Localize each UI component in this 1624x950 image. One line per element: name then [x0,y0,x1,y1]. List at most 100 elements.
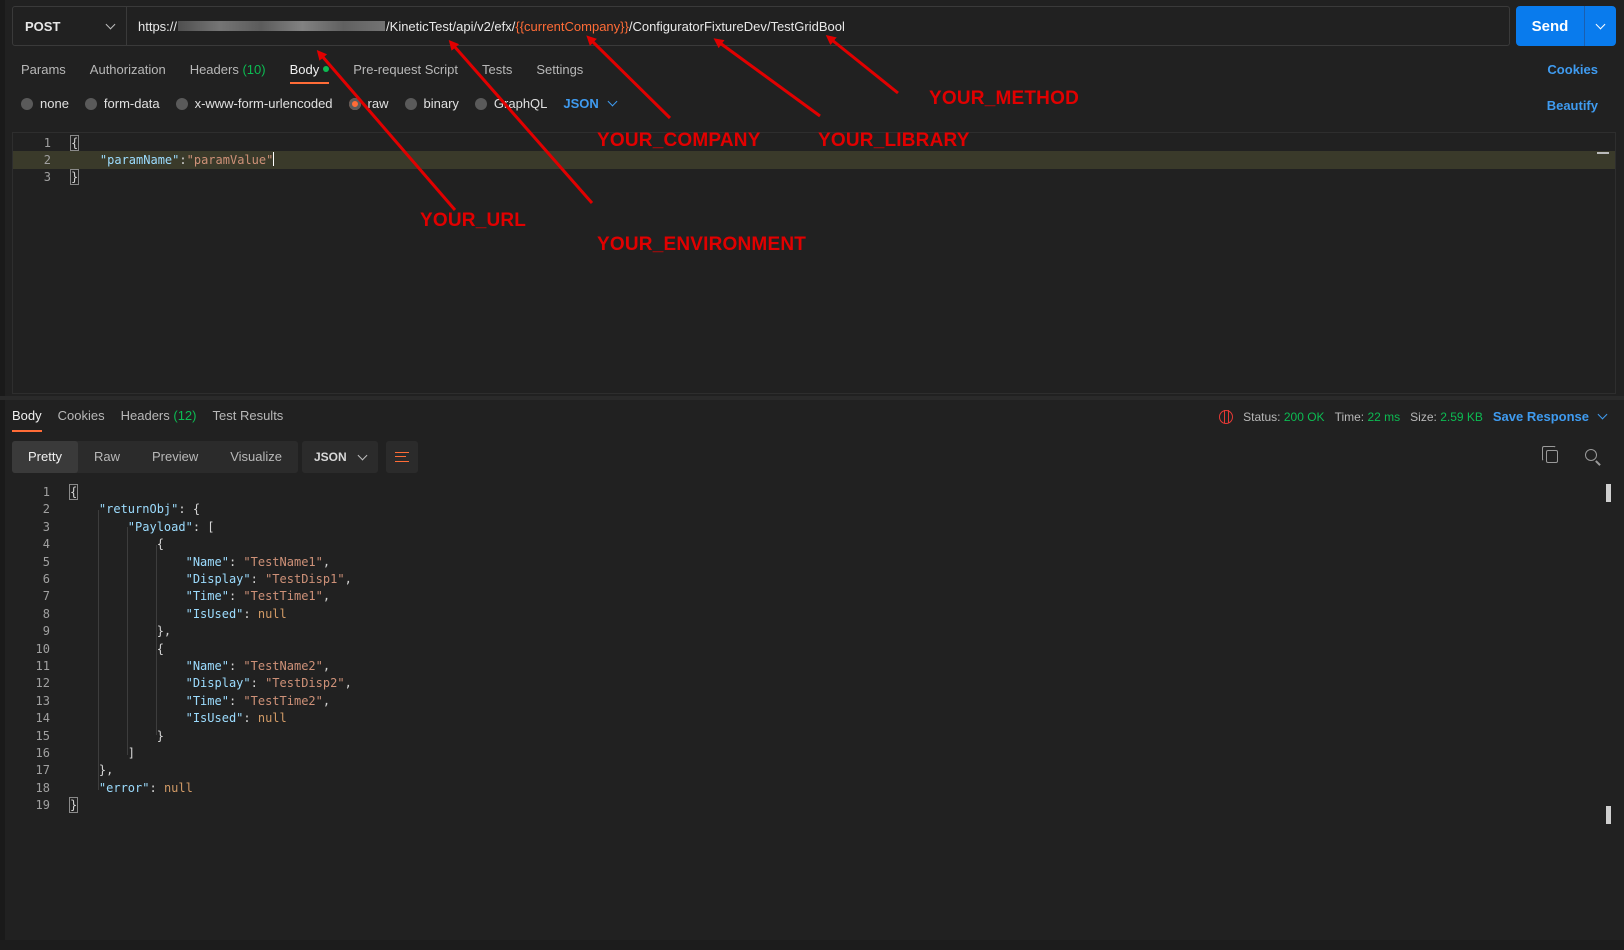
line-number: 9 [42,624,50,639]
json-key: "returnObj" [98,502,179,517]
wrap-lines-button[interactable] [386,441,418,473]
size-info[interactable]: Size: 2.59 KB [1410,410,1483,424]
tab-response-headers-label: Headers [120,408,170,423]
json-value: "TestTime2" [243,693,323,708]
json-value: null [257,711,287,726]
code-line: 16 ] [12,744,1616,762]
send-button[interactable]: Send [1516,6,1616,46]
code-text: "IsUsed": null [185,711,287,726]
tab-tests[interactable]: Tests [482,60,512,84]
tab-body[interactable]: Body [289,60,330,84]
tab-params[interactable]: Params [21,60,66,84]
response-scrollbar-bottom[interactable] [1606,806,1611,824]
code-line: 17 }, [12,761,1616,779]
status-info[interactable]: Status: 200 OK [1243,410,1324,424]
radio-icon [474,97,487,110]
tab-headers[interactable]: Headers (10) [190,60,266,84]
code-text: }, [70,763,114,778]
code-line: 3 "Payload": [ [12,518,1616,536]
line-number: 5 [42,554,50,569]
body-format-label: JSON [563,96,599,111]
code-line: 6 "Display": "TestDisp1", [12,570,1616,588]
time-info[interactable]: Time: 22 ms [1335,410,1401,424]
radio-icon [84,97,97,110]
mode-urlencoded[interactable]: x-www-form-urlencoded [175,96,333,111]
url-input[interactable]: https:// /KineticTest/api/v2/efx/ {{curr… [127,19,845,34]
code-line: 12 "Display": "TestDisp2", [12,674,1616,692]
globe-icon[interactable] [1219,409,1234,424]
body-format-select[interactable]: JSON [563,96,618,111]
line-number: 16 [35,746,50,760]
response-format-label: JSON [314,450,347,464]
annotation-library: YOUR_LIBRARY [818,130,970,151]
mode-graphql[interactable]: GraphQL [474,96,547,111]
json-colon: : [179,153,187,167]
json-key: "Time" [185,589,229,604]
cookies-link[interactable]: Cookies [1547,62,1598,77]
view-visualize-button[interactable]: Visualize [214,441,298,473]
beautify-button[interactable]: Beautify [1547,98,1598,113]
bottom-strip [0,940,1624,950]
view-pretty-button[interactable]: Pretty [12,441,78,473]
search-icon[interactable] [1585,449,1597,461]
tab-response-body[interactable]: Body [12,406,42,432]
request-body-editor[interactable]: 1 { 2 "paramName":"paramValue" 3 } [12,132,1616,394]
code-text: "Payload": [ [127,519,215,534]
postman-window: POST https:// /KineticTest/api/v2/efx/ {… [0,0,1624,950]
code-line: 7 "Time": "TestTime1", [12,587,1616,605]
json-key: "paramName" [99,153,180,167]
json-value: null [163,780,193,795]
code-text: "paramName":"paramValue" [71,151,275,169]
body-mode-options: none form-data x-www-form-urlencoded raw… [21,96,618,111]
code-line: 8 "IsUsed": null [12,605,1616,623]
line-number: 7 [42,589,50,604]
method-label: POST [25,18,61,34]
copy-icon[interactable] [1542,446,1558,463]
tab-response-headers[interactable]: Headers (12) [121,406,197,432]
json-key: "Payload" [127,519,193,534]
editor-scroll-marker[interactable] [1597,152,1609,154]
tab-prerequest-script[interactable]: Pre-request Script [353,60,458,84]
pane-divider[interactable] [0,396,1624,400]
response-body-viewer[interactable]: 1{ 2 "returnObj": { 3 "Payload": [ 4 { 5… [12,483,1616,823]
line-number: 10 [35,641,50,656]
url-prefix: https:// [138,18,178,34]
view-raw-button[interactable]: Raw [78,441,136,473]
mode-binary[interactable]: binary [404,96,459,111]
mode-raw[interactable]: raw [348,96,389,111]
response-scrollbar-top[interactable] [1606,484,1611,502]
annotation-environment: YOUR_ENVIRONMENT [597,234,807,255]
code-text: "Display": "TestDisp2", [185,676,352,691]
code-line: 1 { [13,134,1615,152]
code-line: 15 } [12,727,1616,745]
time-label: Time: [1334,409,1365,424]
method-select[interactable]: POST [13,7,127,45]
time-value: 22 ms [1367,409,1401,424]
view-preview-button[interactable]: Preview [136,441,214,473]
tab-test-results[interactable]: Test Results [213,406,284,432]
code-text: "IsUsed": null [185,606,287,621]
chevron-down-icon [1597,409,1608,420]
code-text: { [70,641,164,656]
mode-none-label: none [40,96,69,111]
close-brace: } [69,169,80,185]
tab-authorization[interactable]: Authorization [90,60,166,84]
code-text: "error": null [98,780,193,795]
url-variable: {{currentCompany}} [515,18,629,34]
response-format-select[interactable]: JSON [302,441,378,473]
send-options-button[interactable] [1585,19,1616,29]
line-number: 2 [42,502,50,517]
mode-urlencoded-label: x-www-form-urlencoded [194,96,333,111]
code-text: { [68,483,79,501]
size-value: 2.59 KB [1440,409,1483,424]
code-line: 5 "Name": "TestName1", [12,553,1616,571]
mode-form-data[interactable]: form-data [84,96,160,111]
send-label: Send [1531,17,1569,35]
tab-response-cookies[interactable]: Cookies [58,406,105,432]
save-response-button[interactable]: Save Response [1492,409,1608,424]
json-value: "paramValue" [186,153,274,167]
mode-none[interactable]: none [21,96,69,111]
json-value: "TestDisp2" [265,676,345,691]
tab-settings[interactable]: Settings [536,60,583,84]
save-response-label: Save Response [1492,409,1589,424]
